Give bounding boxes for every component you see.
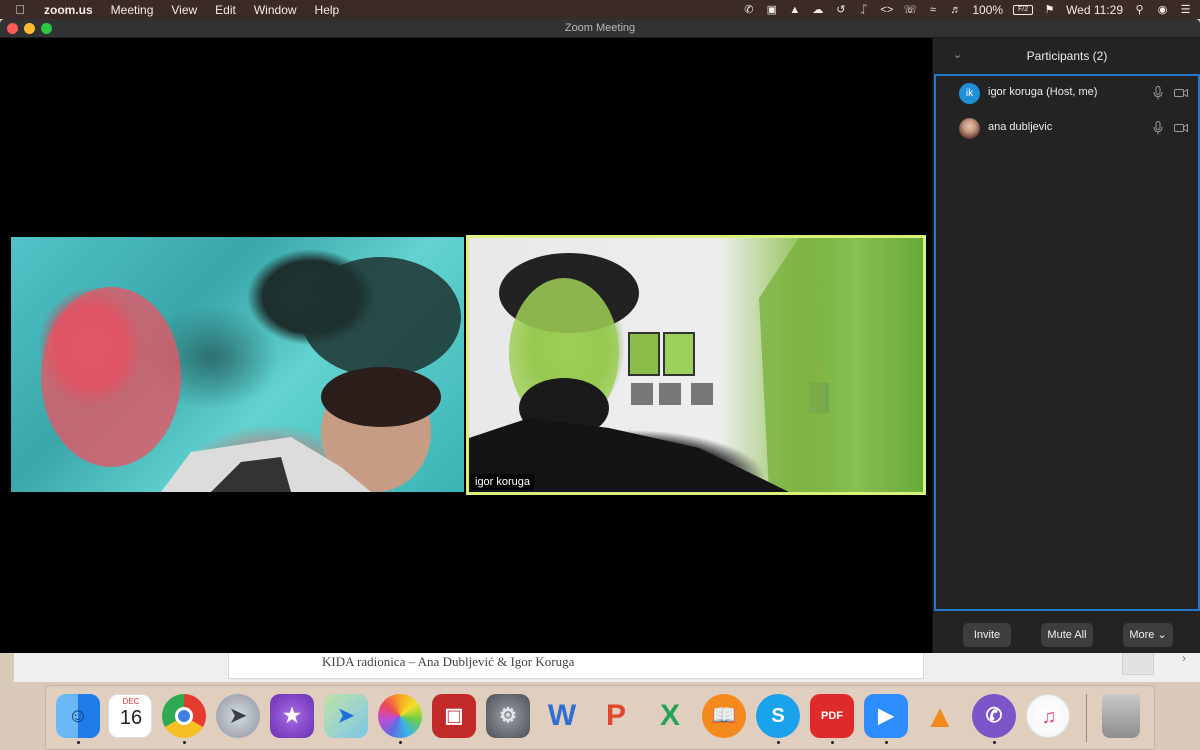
video-gallery: igor koruga <box>0 38 932 653</box>
time-machine-icon[interactable]: ↺ <box>834 4 847 16</box>
viber-icon[interactable]: ✆ <box>972 694 1016 744</box>
calendar-month: DEC <box>122 697 140 706</box>
system-preferences-icon[interactable]: ⚙ <box>486 694 530 738</box>
photo-booth-icon[interactable]: ▣ <box>432 694 476 738</box>
dock-separator <box>1086 694 1087 742</box>
chevron-down-icon: ⌄ <box>1157 629 1167 641</box>
avatar <box>959 118 980 139</box>
vlc-icon[interactable]: ▲ <box>918 694 962 738</box>
battery-percent: 100% <box>972 2 1004 17</box>
chrome-icon[interactable] <box>162 694 206 744</box>
menu-window[interactable]: Window <box>245 3 306 17</box>
menu-edit[interactable]: Edit <box>206 3 245 17</box>
wifi-icon[interactable]: ≈ <box>926 4 939 16</box>
ana-video-feed <box>41 257 461 492</box>
powerpoint-icon[interactable]: P <box>594 694 638 738</box>
video-camera-icon[interactable] <box>1174 123 1188 133</box>
display-tray-icon[interactable]: ▣ <box>765 4 778 16</box>
calendar-day: 16 <box>119 707 143 729</box>
menu-app-name[interactable]: zoom.us <box>40 3 102 17</box>
menu-bar:  zoom.us Meeting View Edit Window Help … <box>0 0 1200 19</box>
window-title: Zoom Meeting <box>564 22 636 34</box>
microphone-icon[interactable] <box>1153 86 1163 100</box>
dock: ☺ DEC 16 ➤ ★ ➤ ▣ ⚙ W P X 📖 S PDF ▶ ▲ ✆ ♫ <box>45 685 1155 750</box>
trash-icon[interactable] <box>1102 694 1140 738</box>
calendar-icon[interactable]: DEC 16 <box>108 694 152 738</box>
books-icon[interactable]: 📖 <box>702 694 746 738</box>
bluetooth-icon[interactable]: ᛢ <box>857 4 870 16</box>
participant-name: ana dubljevic <box>988 121 1053 133</box>
music-icon[interactable]: ♫ <box>1026 694 1070 738</box>
viber-tray-icon[interactable]: ✆ <box>742 4 755 16</box>
participants-list[interactable]: ik igor koruga (Host, me) ana dubljevic <box>934 74 1200 611</box>
launchpad-icon[interactable]: ➤ <box>216 694 260 738</box>
code-tray-icon[interactable]: <> <box>880 4 893 16</box>
participants-header: ⌄ Participants (2) <box>933 38 1200 72</box>
vlc-tray-icon[interactable]: ▲ <box>788 4 801 16</box>
notification-center-icon[interactable]: ☰ <box>1179 4 1192 16</box>
status-tray: ✆ ▣ ▲ ☁ ↺ ᛢ <> ☏ ≈ ♬ 100% F/2 ⚑ Wed 11:2… <box>742 0 1192 19</box>
volume-icon[interactable]: ♬ <box>949 4 962 16</box>
microphone-icon[interactable] <box>1153 121 1163 135</box>
spotlight-search-icon[interactable]: ⚲ <box>1133 4 1146 16</box>
zoom-meeting-window: Zoom Meeting igor koruga ⌄ Participants … <box>0 19 1200 653</box>
video-camera-icon[interactable] <box>1174 88 1188 98</box>
call-tray-icon[interactable]: ☏ <box>903 4 917 16</box>
avatar: ik <box>959 83 980 104</box>
invite-button[interactable]: Invite <box>963 623 1011 647</box>
participant-name: igor koruga (Host, me) <box>988 86 1098 98</box>
video-tile-igor[interactable]: igor koruga <box>466 235 926 495</box>
participants-title: Participants (2) <box>1026 49 1108 63</box>
flag-icon[interactable]: ⚑ <box>1043 4 1056 16</box>
menu-meeting[interactable]: Meeting <box>102 3 163 17</box>
participant-row[interactable]: ana dubljevic <box>936 111 1198 145</box>
igor-video-feed <box>469 238 923 492</box>
apple-menu-icon[interactable]:  <box>0 2 40 17</box>
battery-icon[interactable]: F/2 <box>1013 4 1034 15</box>
participant-name-tag: igor koruga <box>471 474 535 490</box>
more-label: More <box>1129 629 1155 641</box>
menu-view[interactable]: View <box>162 3 206 17</box>
photos-icon[interactable] <box>378 694 422 744</box>
cloud-tray-icon[interactable]: ☁ <box>811 4 824 16</box>
finder-icon[interactable]: ☺ <box>56 694 100 744</box>
more-button[interactable]: More ⌄ <box>1123 623 1173 647</box>
chevron-right-icon[interactable]: › <box>1182 651 1186 665</box>
word-icon[interactable]: W <box>540 694 584 738</box>
siri-icon[interactable]: ◉ <box>1156 4 1169 16</box>
skype-icon[interactable]: S <box>756 694 800 744</box>
participants-footer: Invite Mute All More ⌄ <box>933 616 1200 653</box>
mute-all-button[interactable]: Mute All <box>1041 623 1093 647</box>
window-titlebar: Zoom Meeting <box>0 19 1200 38</box>
maps-icon[interactable]: ➤ <box>324 694 368 738</box>
zoom-icon[interactable]: ▶ <box>864 694 908 744</box>
menu-help[interactable]: Help <box>306 3 349 17</box>
participant-row[interactable]: ik igor koruga (Host, me) <box>936 76 1198 110</box>
clock[interactable]: Wed 11:29 <box>1066 3 1123 17</box>
excel-icon[interactable]: X <box>648 694 692 738</box>
imovie-icon[interactable]: ★ <box>270 694 314 738</box>
participants-panel: ⌄ Participants (2) ik igor koruga (Host,… <box>932 38 1200 653</box>
pdf-icon[interactable]: PDF <box>810 694 854 744</box>
document-title: KIDA radionica – Ana Dubljević & Igor Ko… <box>322 654 575 669</box>
video-tile-ana[interactable] <box>11 237 464 492</box>
